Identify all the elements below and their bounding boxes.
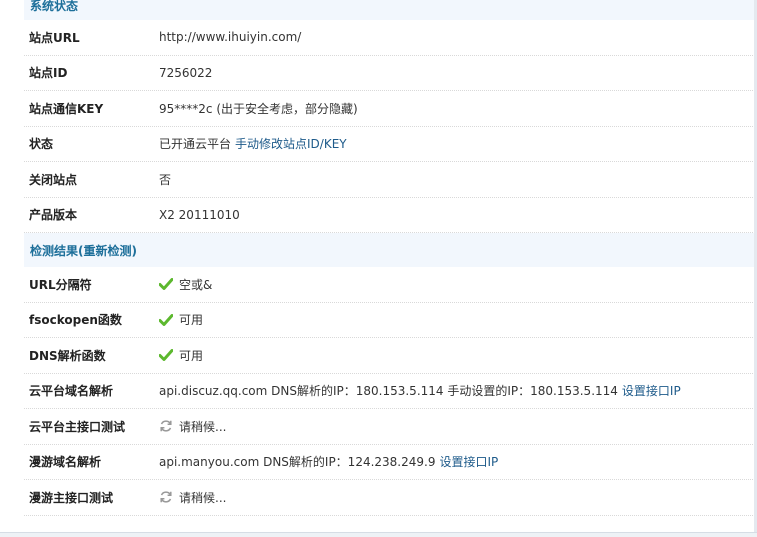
- row-value: api.manyou.com DNS解析的IP：124.238.249.9 设置…: [159, 453, 498, 470]
- row-url-separator: URL分隔符 空或&: [24, 267, 757, 303]
- row-value-text: api.discuz.qq.com DNS解析的IP：180.153.5.114…: [159, 384, 618, 399]
- row-manyou-api-test: 漫游主接口测试 请稍候...: [24, 480, 757, 516]
- row-site-id: 站点ID 7256022: [24, 56, 757, 91]
- status-text: 已开通云平台: [159, 137, 232, 152]
- row-fsockopen: fsockopen函数 可用: [24, 303, 757, 338]
- row-label: 状态: [29, 137, 54, 152]
- set-cloud-ip-link[interactable]: 设置接口IP: [622, 382, 681, 399]
- row-close-site: 关闭站点 否: [24, 162, 757, 198]
- row-value-text: 可用: [179, 348, 204, 363]
- detection-title: 检测结果: [30, 243, 79, 258]
- row-label: 站点通信KEY: [29, 101, 104, 116]
- system-status-header: 系统状态: [24, 0, 757, 20]
- row-value-text: api.manyou.com DNS解析的IP：124.238.249.9: [159, 455, 436, 470]
- row-value: 否: [159, 172, 172, 187]
- refresh-icon: [160, 491, 172, 503]
- row-label: 漫游主接口测试: [29, 490, 114, 505]
- check-icon: [159, 278, 173, 291]
- row-value: 可用: [159, 311, 203, 328]
- row-label: 云平台域名解析: [29, 384, 114, 399]
- row-site-key: 站点通信KEY 95****2c (出于安全考虑，部分隐藏): [24, 91, 757, 127]
- system-status-title: 系统状态: [30, 0, 79, 13]
- row-label: fsockopen函数: [29, 313, 122, 328]
- row-label: DNS解析函数: [29, 348, 106, 363]
- row-value: http://www.ihuiyin.com/: [159, 30, 302, 45]
- edit-site-key-link[interactable]: 手动修改站点ID/KEY: [235, 135, 347, 152]
- row-value: 空或&: [159, 276, 212, 293]
- row-site-url: 站点URL http://www.ihuiyin.com/: [24, 20, 757, 56]
- row-value-text: 空或&: [179, 277, 213, 292]
- row-value: X2 20111010: [159, 207, 240, 222]
- row-value: 已开通云平台 手动修改站点ID/KEY: [159, 135, 347, 152]
- check-icon: [159, 349, 173, 362]
- row-value-text: 可用: [179, 313, 204, 328]
- row-status: 状态 已开通云平台 手动修改站点ID/KEY: [24, 127, 757, 162]
- row-value: 请稍候...: [159, 418, 226, 435]
- set-manyou-ip-link[interactable]: 设置接口IP: [439, 453, 498, 470]
- row-dns-function: DNS解析函数 可用: [24, 338, 757, 374]
- row-cloud-dns: 云平台域名解析 api.discuz.qq.com DNS解析的IP：180.1…: [24, 374, 757, 409]
- cloud-status-panel: 系统状态 站点URL http://www.ihuiyin.com/ 站点ID …: [24, 0, 757, 516]
- window-bottom-edge: [0, 532, 757, 537]
- row-value: 可用: [159, 347, 203, 364]
- row-value: 7256022: [159, 65, 213, 80]
- row-label: 站点URL: [29, 30, 80, 45]
- row-label: 产品版本: [29, 208, 78, 223]
- row-value-text: 请稍候...: [179, 419, 227, 434]
- row-label: 漫游域名解析: [29, 455, 102, 470]
- detection-header: 检测结果 (重新检测): [24, 233, 757, 267]
- check-icon: [159, 313, 173, 326]
- row-label: 关闭站点: [29, 172, 78, 187]
- row-product-version: 产品版本 X2 20111010: [24, 198, 757, 233]
- row-value: 请稍候...: [159, 489, 226, 506]
- recheck-link[interactable]: (重新检测): [78, 242, 137, 259]
- row-value: 95****2c (出于安全考虑，部分隐藏): [159, 101, 358, 116]
- row-label: 站点ID: [29, 66, 68, 81]
- row-label: 云平台主接口测试: [29, 419, 126, 434]
- row-cloud-api-test: 云平台主接口测试 请稍候...: [24, 409, 757, 445]
- row-label: URL分隔符: [29, 277, 92, 292]
- row-manyou-dns: 漫游域名解析 api.manyou.com DNS解析的IP：124.238.2…: [24, 445, 757, 480]
- row-value: api.discuz.qq.com DNS解析的IP：180.153.5.114…: [159, 382, 681, 399]
- refresh-icon: [160, 420, 172, 432]
- row-value-text: 请稍候...: [179, 490, 227, 505]
